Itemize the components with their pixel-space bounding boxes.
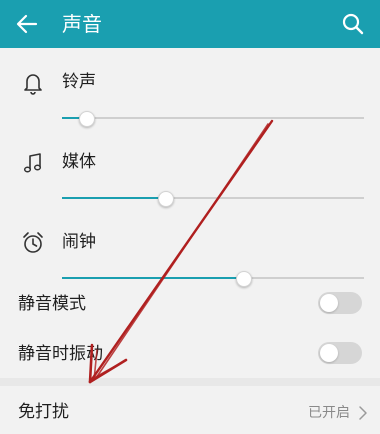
slider-thumb[interactable] — [157, 191, 174, 207]
vibrate-when-silent-label: 静音时振动 — [18, 344, 103, 364]
music-note-icon — [23, 153, 42, 173]
vibrate-when-silent-switch[interactable] — [318, 342, 362, 364]
chevron-right-icon — [359, 406, 367, 420]
media-volume-slider[interactable] — [62, 188, 364, 208]
switch-knob — [320, 294, 338, 312]
ringtone-label: 铃声 — [62, 72, 96, 92]
silent-mode-switch[interactable] — [318, 292, 362, 314]
app-bar: 声音 — [0, 0, 380, 48]
silent-mode-row[interactable]: 静音模式 — [0, 280, 380, 328]
do-not-disturb-status: 已开启 — [308, 405, 350, 421]
section-divider — [0, 378, 380, 386]
arrow-back-icon[interactable] — [14, 11, 40, 37]
bell-icon — [24, 74, 42, 95]
slider-fill — [62, 277, 244, 279]
vibrate-when-silent-row[interactable]: 静音时振动 — [0, 330, 380, 378]
slider-track — [62, 117, 364, 119]
search-icon[interactable] — [340, 11, 366, 37]
slider-fill — [62, 197, 165, 199]
page-title: 声音 — [62, 12, 102, 36]
slider-thumb[interactable] — [79, 111, 96, 127]
ringtone-volume-slider[interactable] — [62, 108, 364, 128]
alarm-clock-icon — [23, 232, 43, 253]
do-not-disturb-label: 免打扰 — [18, 402, 69, 422]
media-volume-row: 媒体 — [0, 142, 380, 222]
alarm-label: 闹钟 — [62, 232, 96, 252]
sound-settings-list: 铃声 媒体 闹钟 静音模式 静音时振动 免打扰 已开启 — [0, 48, 380, 426]
silent-mode-label: 静音模式 — [18, 294, 86, 314]
ringtone-volume-row: 铃声 — [0, 62, 380, 142]
do-not-disturb-row[interactable]: 免打扰 已开启 — [0, 388, 380, 434]
switch-knob — [320, 344, 338, 362]
media-label: 媒体 — [62, 152, 96, 172]
